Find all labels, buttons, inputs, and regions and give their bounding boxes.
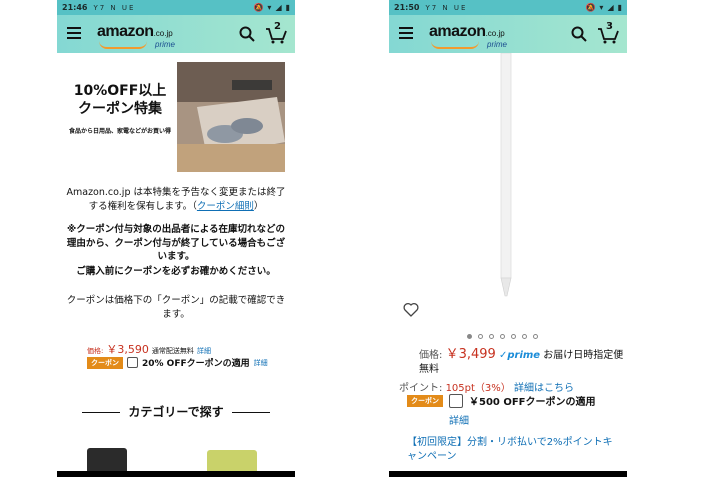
search-icon[interactable] bbox=[239, 26, 255, 42]
notice-text: Amazon.co.jp は本特集を予告なく変更または終了する権利を保有します。… bbox=[65, 186, 287, 213]
battery-icon: ▮ bbox=[285, 3, 290, 12]
coupon-text: ￥500 OFFクーポンの適用 bbox=[469, 397, 596, 408]
coupon-row: クーポン ￥500 OFFクーポンの適用 bbox=[407, 393, 596, 408]
warning-text: ※クーポン付与対象の出品者による在庫切れなどの理由から、クーポン付与が終了してい… bbox=[66, 224, 286, 262]
amazon-logo[interactable]: amazon.co.jp prime bbox=[429, 23, 507, 49]
logo-prime: prime bbox=[487, 40, 508, 49]
logo-smile bbox=[431, 41, 479, 49]
price-value: ￥3,590 bbox=[106, 343, 149, 356]
mute-icon: 🔕 bbox=[585, 3, 596, 12]
product-image[interactable] bbox=[499, 53, 513, 298]
price-label: 価格: bbox=[87, 347, 104, 355]
logo-text: amazon bbox=[429, 23, 486, 40]
logo-tld: .co.jp bbox=[485, 29, 505, 38]
status-bar: 21:46 Y7 N UE 🔕 ▾ ◢ ▮ bbox=[57, 0, 295, 15]
carousel-dot[interactable] bbox=[467, 334, 472, 339]
price-row: 価格: ￥3,590 通常配送無料 詳細 bbox=[87, 341, 211, 357]
price-detail-link[interactable]: 詳細 bbox=[197, 347, 211, 355]
cart-count: 2 bbox=[274, 21, 281, 32]
info-text: クーポンは価格下の「クーポン」の記載で確認できます。 bbox=[66, 295, 286, 320]
carousel-dot[interactable] bbox=[478, 334, 483, 339]
coupon-checkbox[interactable] bbox=[127, 357, 138, 368]
coupon-badge: クーポン bbox=[87, 356, 123, 369]
coupon-terms-link[interactable]: クーポン細則 bbox=[197, 201, 254, 212]
coupon-detail-link[interactable]: 詳細 bbox=[254, 358, 268, 368]
notification-icons: Y7 N UE bbox=[425, 3, 468, 12]
banner-subtitle: クーポン特集 bbox=[78, 101, 162, 117]
banner-caption: 食品から日用品、家電などがお買い得 bbox=[68, 128, 171, 135]
wishlist-heart-icon[interactable] bbox=[403, 302, 419, 317]
coupon-banner[interactable]: 10%OFF以上 クーポン特集 食品から日用品、家電などがお買い得 bbox=[57, 62, 285, 172]
status-time: 21:50 bbox=[394, 3, 420, 12]
menu-icon[interactable] bbox=[67, 27, 81, 39]
wifi-icon: ▾ bbox=[599, 3, 604, 12]
banner-title: 10%OFF以上 bbox=[73, 83, 167, 99]
promo-link[interactable]: 【初回限定】分割・リボ払いで2%ポイントキャンペーン bbox=[407, 436, 622, 464]
notification-icons: Y7 N UE bbox=[93, 3, 136, 12]
wifi-icon: ▾ bbox=[267, 3, 272, 12]
price-value: ￥3,499 bbox=[445, 347, 496, 362]
system-icons: 🔕 ▾ ◢ ▮ bbox=[253, 3, 290, 12]
system-icons: 🔕 ▾ ◢ ▮ bbox=[585, 3, 622, 12]
left-phone-screen: 21:46 Y7 N UE 🔕 ▾ ◢ ▮ amazon.co.jp prime… bbox=[57, 0, 295, 477]
logo-prime: prime bbox=[155, 40, 176, 49]
price-block: 価格: ￥3,499 ✓prime お届け日時指定便 無料 bbox=[419, 348, 624, 377]
menu-icon[interactable] bbox=[399, 27, 413, 39]
logo-text: amazon bbox=[97, 23, 154, 40]
carousel-dot[interactable] bbox=[511, 334, 516, 339]
carousel-dot[interactable] bbox=[489, 334, 494, 339]
category-heading: カテゴリーで探す bbox=[57, 403, 295, 420]
status-bar: 21:50 Y7 N UE 🔕 ▾ ◢ ▮ bbox=[389, 0, 627, 15]
cart-button[interactable]: 3 bbox=[597, 21, 619, 45]
coupon-detail-link[interactable]: 詳細 bbox=[449, 412, 469, 427]
app-header: amazon.co.jp prime 3 bbox=[389, 15, 627, 53]
coupon-row: クーポン 20% OFFクーポンの適用 詳細 bbox=[87, 356, 268, 369]
points-row: ポイント: 105pt（3%） 詳細はこちら bbox=[399, 379, 574, 394]
status-time: 21:46 bbox=[62, 3, 88, 12]
navigation-bar bbox=[57, 471, 295, 477]
coupon-badge: クーポン bbox=[407, 394, 443, 407]
amazon-logo[interactable]: amazon.co.jp prime bbox=[97, 23, 175, 49]
cart-button[interactable]: 2 bbox=[265, 21, 287, 45]
shipping-text: 通常配送無料 bbox=[151, 347, 194, 355]
signal-icon: ◢ bbox=[275, 3, 282, 12]
battery-icon: ▮ bbox=[617, 3, 622, 12]
carousel-dot[interactable] bbox=[500, 334, 505, 339]
prime-badge: ✓prime bbox=[498, 350, 541, 361]
logo-smile bbox=[99, 41, 147, 49]
cart-count: 3 bbox=[606, 21, 613, 32]
confirm-text: ご購入前にクーポンを必ずお確かめください。 bbox=[76, 266, 276, 277]
notice-close: ） bbox=[253, 200, 264, 212]
navigation-bar bbox=[389, 471, 627, 477]
right-phone-screen: 21:50 Y7 N UE 🔕 ▾ ◢ ▮ amazon.co.jp prime… bbox=[389, 0, 627, 477]
signal-icon: ◢ bbox=[607, 3, 614, 12]
app-header: amazon.co.jp prime 2 bbox=[57, 15, 295, 53]
carousel-dot[interactable] bbox=[533, 334, 538, 339]
search-icon[interactable] bbox=[571, 26, 587, 42]
logo-tld: .co.jp bbox=[153, 29, 173, 38]
coupon-checkbox[interactable] bbox=[449, 393, 463, 408]
coupon-text: 20% OFFクーポンの適用 bbox=[142, 359, 250, 369]
banner-photo bbox=[177, 62, 285, 172]
carousel-dots bbox=[467, 334, 538, 339]
price-label: 価格: bbox=[419, 350, 443, 361]
carousel-dot[interactable] bbox=[522, 334, 527, 339]
mute-icon: 🔕 bbox=[253, 3, 264, 12]
